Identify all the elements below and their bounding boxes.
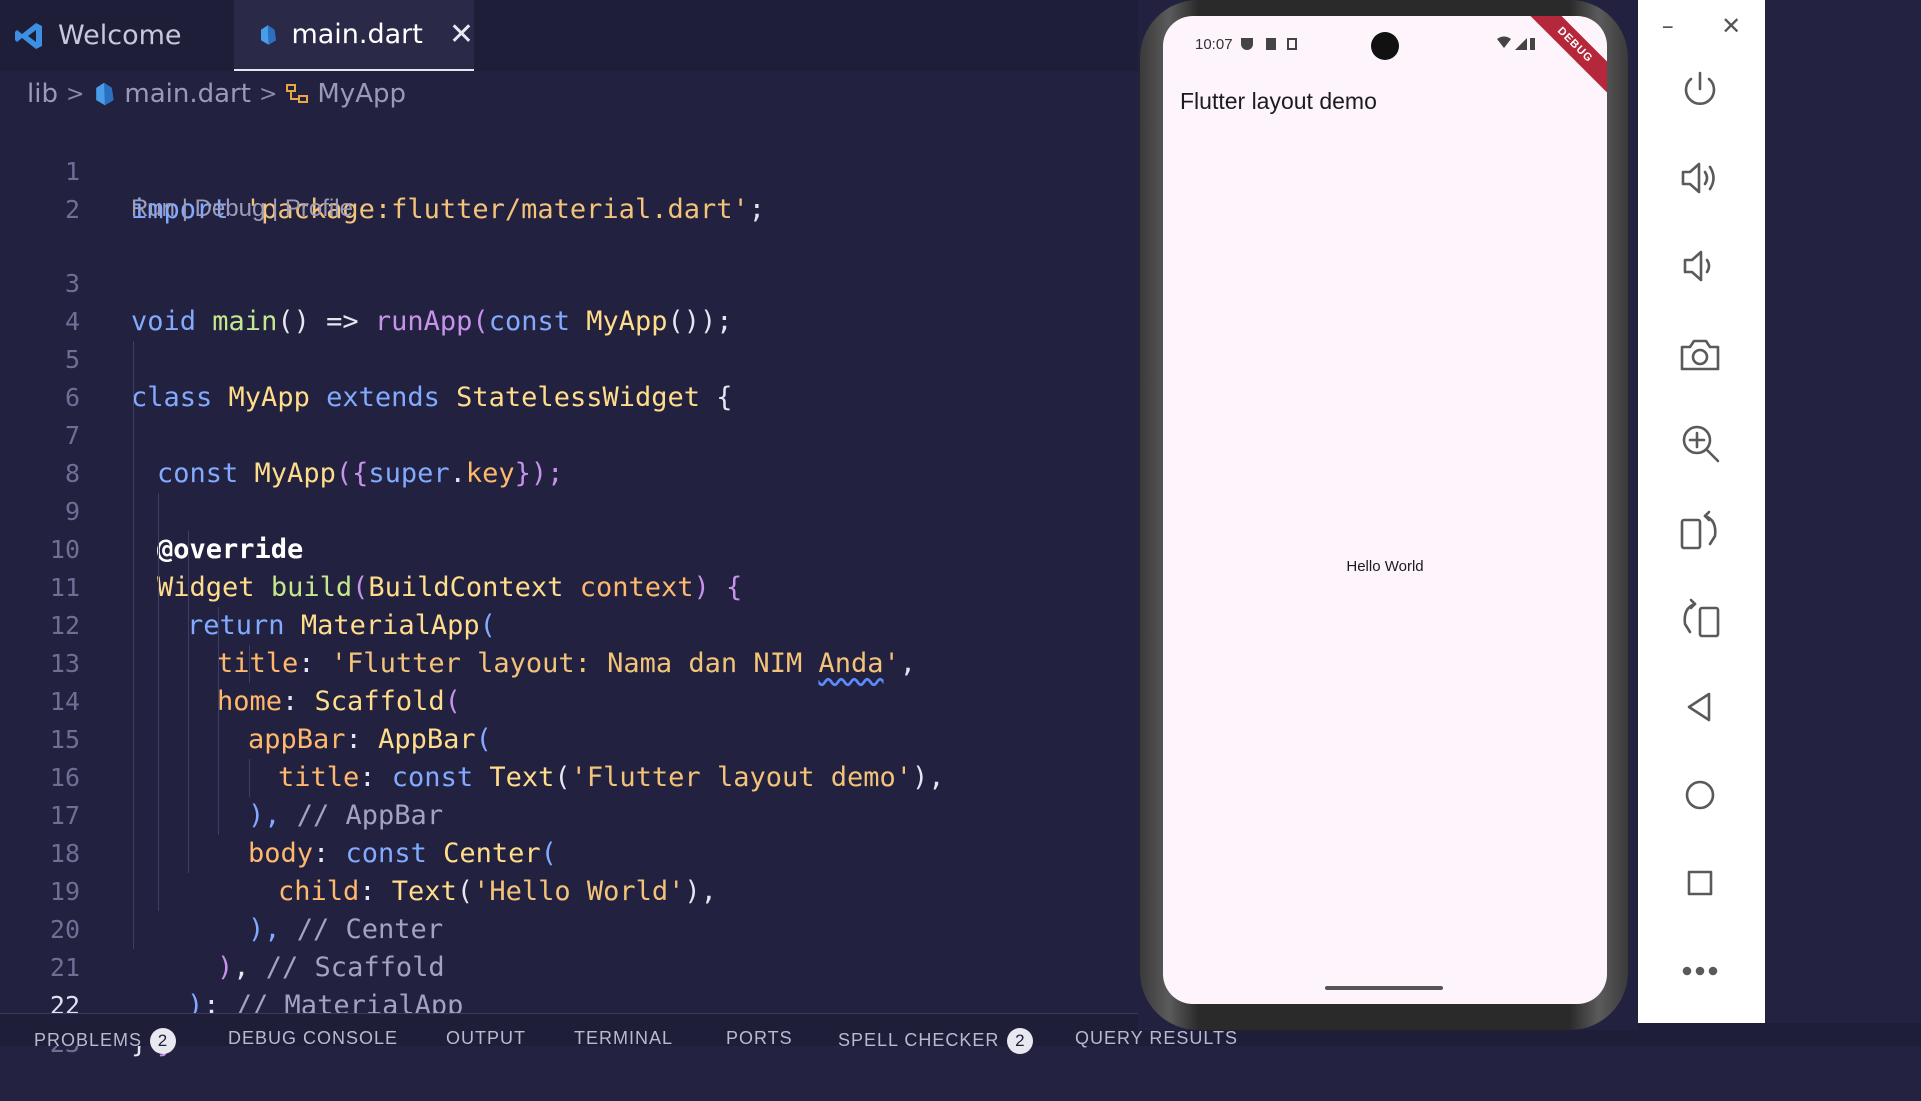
panel-tab-ports[interactable]: PORTS [726, 1028, 793, 1049]
more-icon [1682, 966, 1718, 976]
breadcrumb-main-dart[interactable]: main.dart [92, 79, 251, 109]
rotate-left-button[interactable] [1668, 499, 1732, 563]
back-icon [1687, 692, 1711, 722]
rotate-right-button[interactable] [1668, 587, 1732, 651]
code-line: 10 return MaterialApp( [0, 493, 1140, 641]
code-line: 3 void main() => runApp(const MyApp()); [0, 227, 1140, 337]
volume-up-icon [1681, 162, 1715, 194]
code-lens-run-debug-profile[interactable]: Run | Debug | Profile [131, 191, 353, 227]
overview-button[interactable] [1668, 851, 1732, 915]
panel-tab-query-results[interactable]: QUERY RESULTS [1075, 1028, 1238, 1049]
vscode-icon [15, 22, 42, 49]
status-clock: 10:07 [1195, 36, 1233, 53]
window-controls: – ✕ [1638, 0, 1765, 52]
breadcrumb-separator: > [65, 81, 85, 107]
code-line: 11 title: 'Flutter layout: Nama dan NIM … [0, 531, 1140, 679]
code-line: 5 class MyApp extends StatelessWidget { [0, 303, 1140, 413]
overview-icon [1687, 870, 1713, 896]
close-emulator-button[interactable]: ✕ [1721, 12, 1741, 40]
code-line: 17 child: Text('Hello World'), [0, 759, 1140, 907]
app-bar-title: Flutter layout demo [1180, 88, 1377, 114]
power-button[interactable] [1668, 58, 1732, 122]
code-line: 6 const MyApp({super.key}); [0, 341, 1140, 489]
code-line: 12 home: Scaffold( [0, 569, 1140, 717]
camera-icon [1680, 339, 1720, 371]
debug-banner: DEBUG [1517, 16, 1607, 103]
breadcrumb-main-dart-label: main.dart [124, 79, 251, 109]
power-icon [1684, 71, 1716, 106]
status-bar: 10:07 DEBUG [1163, 16, 1607, 103]
tab-welcome-label: Welcome [58, 20, 182, 51]
code-line: 19 ), // Scaffold [0, 835, 1140, 983]
code-line: 4 [0, 265, 1140, 336]
back-button[interactable] [1668, 675, 1732, 739]
code-area[interactable]: 1 import 'package:flutter/material.dart'… [0, 115, 1140, 1059]
code-line: 8 @override [0, 417, 1140, 565]
code-line: 9 Widget build(BuildContext context) { [0, 455, 1140, 603]
editor-right-edge [1765, 0, 1921, 1023]
zoom-button[interactable] [1668, 411, 1732, 475]
panel-tab-debug-console[interactable]: DEBUG CONSOLE [228, 1028, 398, 1049]
a-notification-icon [1287, 38, 1297, 50]
code-line: 21 } [0, 911, 1140, 1059]
spell-checker-count-badge: 2 [1007, 1028, 1034, 1054]
tab-main-dart[interactable]: main.dart ✕ [234, 0, 474, 71]
problems-count-badge: 2 [150, 1028, 177, 1054]
wifi-signal-icon [1497, 36, 1535, 50]
code-line: 14 title: const Text('Flutter layout dem… [0, 645, 1140, 793]
rotate-left-icon [1680, 510, 1717, 550]
code-line: 22 } [0, 949, 1140, 1059]
code-line: 15 ), // AppBar [0, 683, 1140, 831]
breadcrumb-myapp-label: MyApp [317, 79, 406, 109]
dart-file-icon [96, 82, 114, 106]
editor-tab-bar: Welcome main.dart ✕ [0, 0, 1140, 71]
breadcrumb-myapp[interactable]: MyApp [285, 79, 406, 109]
class-symbol-icon [286, 84, 309, 103]
rotate-right-icon [1683, 598, 1720, 638]
shield-icon [1241, 38, 1253, 50]
panel-tab-output[interactable]: OUTPUT [446, 1028, 526, 1049]
code-line: 2 [0, 153, 1140, 224]
volume-down-button[interactable] [1668, 234, 1732, 298]
breadcrumb-separator: > [258, 81, 278, 107]
phone-screen[interactable]: 10:07 DEBUG Flutter layout demo Hello Wo… [1163, 16, 1607, 1004]
code-line: 18 ), // Center [0, 797, 1140, 945]
code-line: 7 [0, 379, 1140, 450]
volume-down-icon [1683, 250, 1711, 282]
close-tab-icon[interactable]: ✕ [449, 17, 474, 52]
dart-file-icon [260, 24, 276, 45]
emulator-controls: – ✕ [1638, 0, 1765, 1023]
gesture-home-bar[interactable] [1325, 986, 1443, 990]
panel-tab-problems[interactable]: PROBLEMS 2 [34, 1028, 177, 1054]
hello-world-text: Hello World [1346, 558, 1424, 575]
home-button[interactable] [1668, 763, 1732, 827]
code-line: 1 import 'package:flutter/material.dart'… [0, 115, 1140, 225]
home-icon [1685, 780, 1715, 810]
tab-welcome[interactable]: Welcome [0, 0, 234, 71]
code-lens[interactable]: Run | Debug | Profile [0, 191, 1140, 227]
panel-tab-terminal[interactable]: TERMINAL [574, 1028, 673, 1049]
breadcrumb: lib > main.dart > MyApp [27, 76, 406, 112]
panel-tab-spell-checker[interactable]: SPELL CHECKER 2 [838, 1028, 1034, 1054]
front-camera [1371, 32, 1399, 60]
sim-card-icon [1266, 38, 1276, 50]
volume-up-button[interactable] [1668, 146, 1732, 210]
screenshot-button[interactable] [1668, 323, 1732, 387]
code-line: 20 ); // MaterialApp [0, 873, 1140, 1021]
code-line: 13 appBar: AppBar( [0, 607, 1140, 755]
code-line: 16 body: const Center( [0, 721, 1140, 869]
minimize-button[interactable]: – [1662, 12, 1674, 40]
tab-main-dart-label: main.dart [291, 19, 423, 50]
breadcrumb-lib[interactable]: lib [27, 79, 58, 109]
more-options-button[interactable] [1668, 939, 1732, 1003]
zoom-in-icon [1682, 425, 1720, 463]
